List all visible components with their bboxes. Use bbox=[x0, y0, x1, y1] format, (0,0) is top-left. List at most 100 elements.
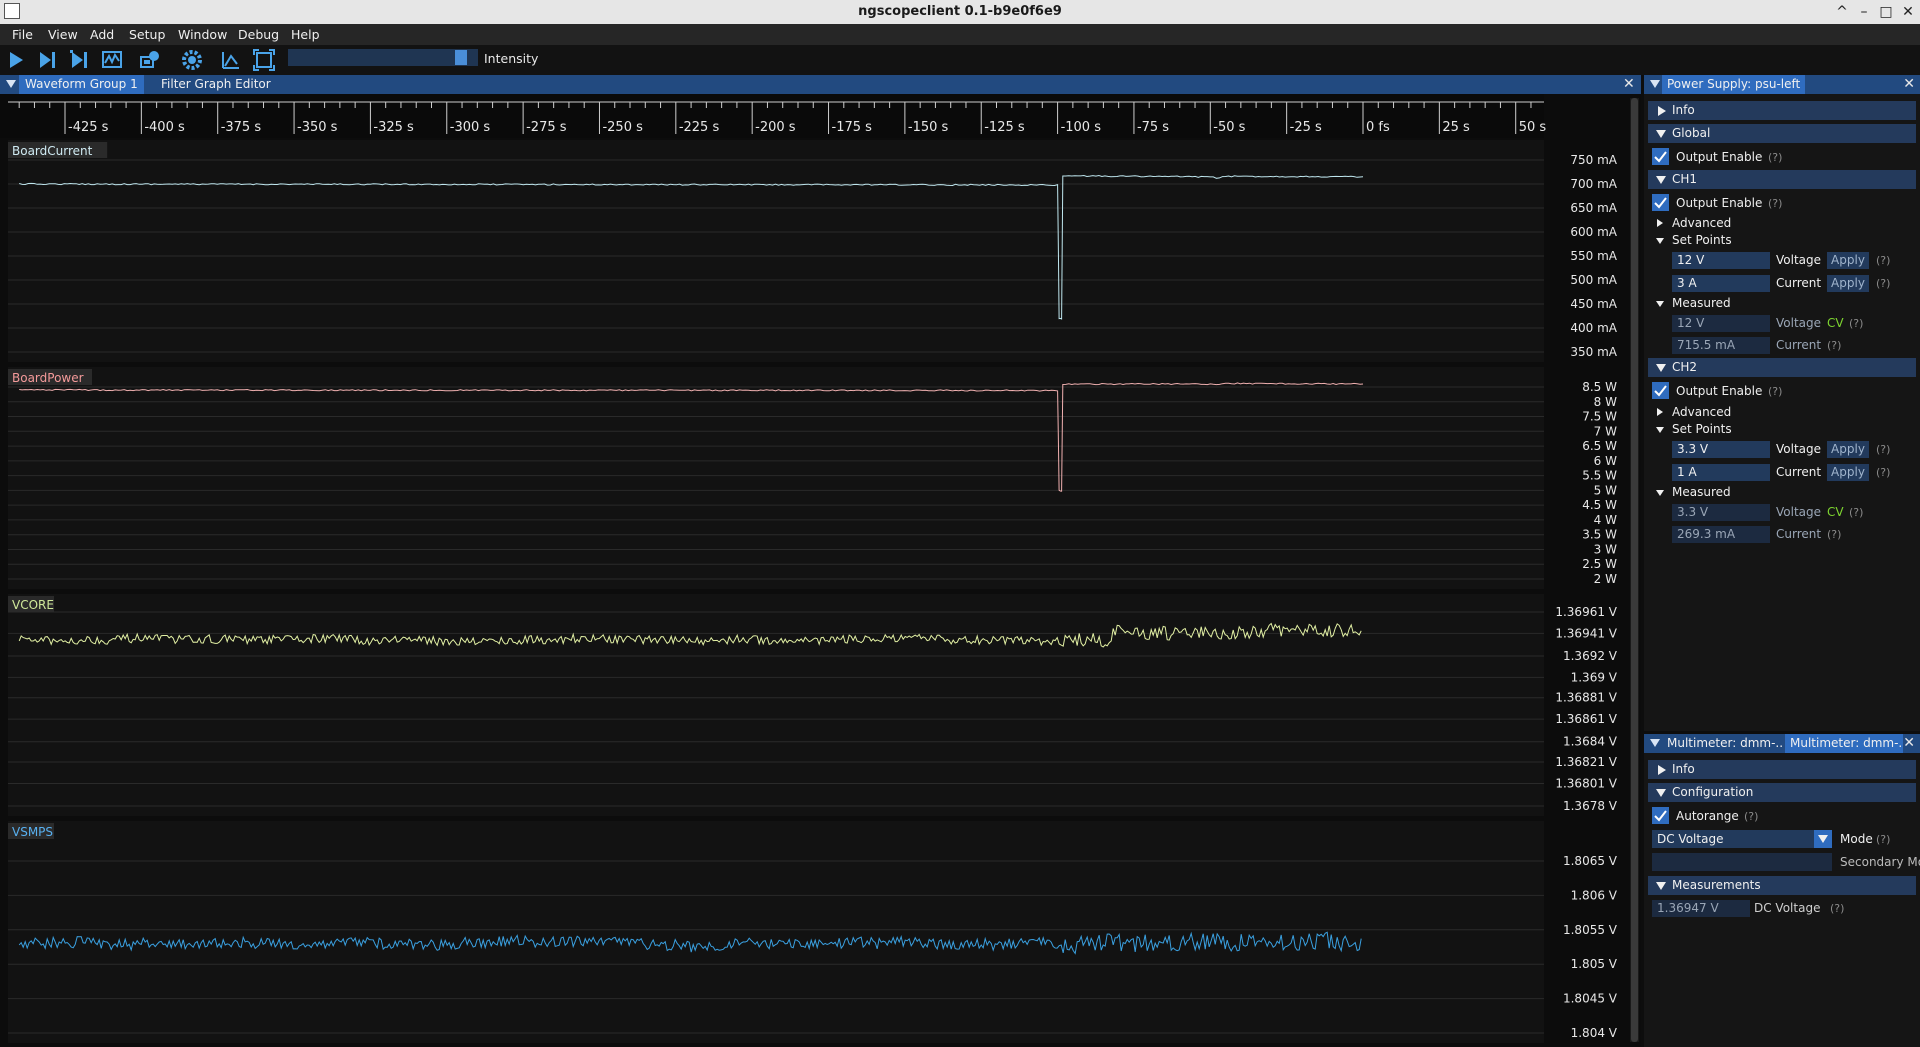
window-maximize-button[interactable]: □ bbox=[1876, 2, 1896, 22]
timeline-label: -350 s bbox=[297, 120, 338, 135]
help-marker[interactable]: (?) bbox=[1768, 197, 1782, 210]
connect-icon[interactable] bbox=[138, 48, 162, 72]
chevron-down-icon[interactable] bbox=[1656, 301, 1664, 307]
help-marker[interactable]: (?) bbox=[1768, 151, 1782, 164]
ch1-current-setpoint-input[interactable]: 3 A bbox=[1672, 275, 1770, 292]
plot-background[interactable] bbox=[8, 594, 1544, 816]
tab-waveform-group-1[interactable]: Waveform Group 1 bbox=[19, 75, 144, 94]
help-marker[interactable]: (?) bbox=[1830, 902, 1844, 915]
close-icon[interactable]: ✕ bbox=[1903, 75, 1915, 94]
tab-menu-icon[interactable] bbox=[1650, 80, 1660, 88]
help-marker[interactable]: (?) bbox=[1876, 466, 1890, 479]
ch2-advanced-toggle[interactable]: Advanced bbox=[1672, 405, 1731, 419]
force-trigger-icon[interactable] bbox=[68, 48, 92, 72]
close-icon[interactable]: ✕ bbox=[1623, 75, 1635, 94]
ch2-measured-toggle[interactable]: Measured bbox=[1672, 485, 1731, 499]
help-marker[interactable]: (?) bbox=[1876, 254, 1890, 267]
menu-debug[interactable]: Debug bbox=[238, 27, 279, 42]
global-output-enable-checkbox[interactable] bbox=[1652, 148, 1669, 165]
tab-menu-icon[interactable] bbox=[6, 80, 16, 88]
menu-file[interactable]: File bbox=[12, 27, 33, 42]
intensity-slider-handle[interactable] bbox=[455, 50, 468, 65]
tab-menu-icon[interactable] bbox=[1650, 739, 1660, 747]
menu-setup[interactable]: Setup bbox=[129, 27, 165, 42]
ch1-advanced-toggle[interactable]: Advanced bbox=[1672, 216, 1731, 230]
menu-window[interactable]: Window bbox=[178, 27, 227, 42]
plot-background[interactable] bbox=[8, 821, 1544, 1043]
channel-label[interactable]: BoardPower bbox=[12, 371, 84, 385]
window-shade-button[interactable]: ^ bbox=[1832, 2, 1852, 22]
chevron-down-icon[interactable] bbox=[1656, 427, 1664, 433]
waveform-plots[interactable]: -425 s -400 s -375 s -350 s -325 s -300 s -275… bbox=[0, 94, 1641, 1047]
chevron-right-icon[interactable] bbox=[1657, 408, 1663, 416]
help-marker[interactable]: (?) bbox=[1827, 339, 1841, 352]
waveform-scrollbar[interactable] bbox=[1630, 98, 1639, 1042]
chevron-right-icon bbox=[1658, 106, 1666, 116]
section-info[interactable]: Info bbox=[1648, 760, 1916, 779]
tab-psu-left[interactable]: Power Supply: psu-left bbox=[1662, 75, 1806, 94]
ch2-current-apply-button[interactable]: Apply bbox=[1827, 464, 1869, 481]
fullscreen-icon[interactable] bbox=[252, 48, 276, 72]
y-axis-label: 4.5 W bbox=[1582, 498, 1617, 512]
ch1-output-enable-checkbox[interactable] bbox=[1652, 194, 1669, 211]
ch2-voltage-apply-button[interactable]: Apply bbox=[1827, 441, 1869, 458]
autorange-checkbox[interactable] bbox=[1652, 807, 1669, 824]
ch2-current-measured-label: Current bbox=[1776, 527, 1822, 541]
channel-label[interactable]: VCORE bbox=[12, 598, 54, 612]
ch2-current-setpoint-input[interactable]: 1 A bbox=[1672, 464, 1770, 481]
chevron-right-icon[interactable] bbox=[1657, 219, 1663, 227]
channel-label[interactable]: VSMPS bbox=[12, 825, 53, 839]
menu-help[interactable]: Help bbox=[291, 27, 320, 42]
ch1-measured-toggle[interactable]: Measured bbox=[1672, 296, 1731, 310]
tab-filter-graph-editor[interactable]: Filter Graph Editor bbox=[155, 75, 277, 94]
help-marker[interactable]: (?) bbox=[1827, 528, 1841, 541]
intensity-slider[interactable] bbox=[288, 49, 478, 66]
close-icon[interactable]: ✕ bbox=[1903, 734, 1915, 753]
help-marker[interactable]: (?) bbox=[1876, 833, 1890, 846]
section-global[interactable]: Global bbox=[1648, 124, 1916, 143]
section-configuration[interactable]: Configuration bbox=[1648, 783, 1916, 802]
section-measurements[interactable]: Measurements bbox=[1648, 876, 1916, 895]
chevron-down-icon[interactable] bbox=[1656, 238, 1664, 244]
window-minimize-button[interactable]: – bbox=[1854, 2, 1874, 22]
ch2-mode-badge: CV bbox=[1827, 505, 1844, 519]
chevron-down-icon[interactable] bbox=[1814, 830, 1832, 848]
section-ch2[interactable]: CH2 bbox=[1648, 358, 1916, 377]
help-marker[interactable]: (?) bbox=[1849, 317, 1863, 330]
help-marker[interactable]: (?) bbox=[1876, 443, 1890, 456]
section-ch1[interactable]: CH1 bbox=[1648, 170, 1916, 189]
tab-multimeter-2[interactable]: Multimeter: dmm-... bbox=[1785, 734, 1903, 753]
window-close-button[interactable]: ✕ bbox=[1898, 2, 1918, 22]
measure-icon[interactable] bbox=[219, 48, 243, 72]
tab-multimeter-1[interactable]: Multimeter: dmm-... bbox=[1662, 734, 1782, 753]
ch1-current-apply-button[interactable]: Apply bbox=[1827, 275, 1869, 292]
channel-label[interactable]: BoardCurrent bbox=[12, 144, 93, 158]
y-axis-label: 3 W bbox=[1594, 542, 1617, 556]
mode-select[interactable]: DC Voltage bbox=[1652, 830, 1832, 848]
menu-add[interactable]: Add bbox=[90, 27, 114, 42]
ch2-output-enable-checkbox[interactable] bbox=[1652, 382, 1669, 399]
ch2-set-points-toggle[interactable]: Set Points bbox=[1672, 422, 1732, 436]
ch2-voltage-setpoint-input[interactable]: 3.3 V bbox=[1672, 441, 1770, 458]
dmm-reading-label: DC Voltage bbox=[1754, 901, 1821, 915]
plot-background[interactable] bbox=[8, 140, 1544, 362]
menu-view[interactable]: View bbox=[48, 27, 78, 42]
waveform-area[interactable]: -425 s -400 s -375 s -350 s -325 s -300 s -275… bbox=[0, 94, 1641, 1047]
run-icon[interactable] bbox=[4, 48, 28, 72]
section-info[interactable]: Info bbox=[1648, 101, 1916, 120]
secondary-mode-select[interactable] bbox=[1652, 853, 1832, 871]
help-marker[interactable]: (?) bbox=[1768, 385, 1782, 398]
timeline-label: -25 s bbox=[1290, 120, 1322, 135]
ch1-set-points-toggle[interactable]: Set Points bbox=[1672, 233, 1732, 247]
plot-background[interactable] bbox=[8, 367, 1544, 589]
waveform-icon[interactable] bbox=[100, 48, 124, 72]
help-marker[interactable]: (?) bbox=[1849, 506, 1863, 519]
chevron-down-icon[interactable] bbox=[1656, 490, 1664, 496]
help-marker[interactable]: (?) bbox=[1876, 277, 1890, 290]
waveform-scrollbar-thumb[interactable] bbox=[1631, 98, 1638, 1042]
settings-icon[interactable] bbox=[180, 48, 204, 72]
help-marker[interactable]: (?) bbox=[1744, 810, 1758, 823]
ch1-voltage-apply-button[interactable]: Apply bbox=[1827, 252, 1869, 269]
single-trigger-icon[interactable] bbox=[36, 48, 60, 72]
ch1-voltage-setpoint-input[interactable]: 12 V bbox=[1672, 252, 1770, 269]
